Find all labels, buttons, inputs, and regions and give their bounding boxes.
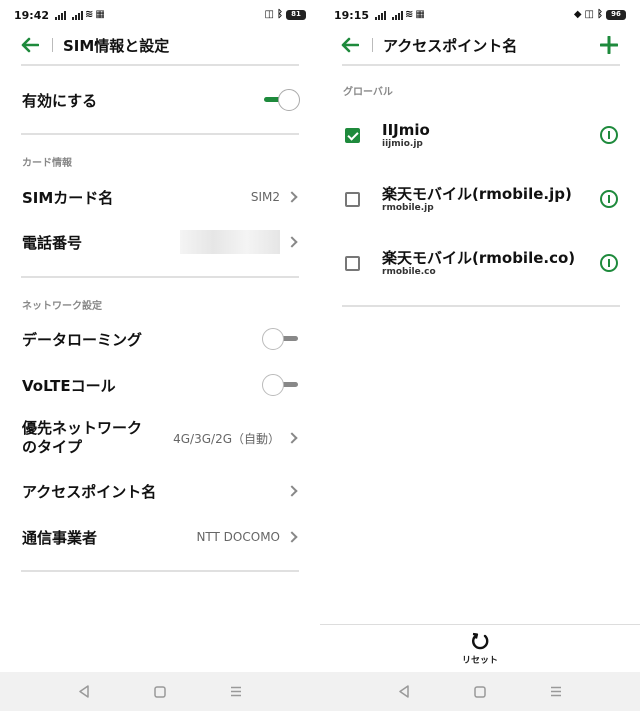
phone-number-value [180,230,280,254]
battery-icon: 81 [286,10,306,20]
section-header-network: ネットワーク設定 [22,301,102,312]
reset-label: リセット [461,656,498,666]
preferred-network-row[interactable]: 優先ネットワーク のタイプ 4G/3G/2G（自動） [22,418,300,458]
signal-icon [55,10,67,20]
preferred-network-value: 4G/3G/2G（自動） [173,431,280,446]
apn-name: 楽天モバイル(rmobile.co) [382,249,576,267]
nav-home-icon[interactable] [153,685,167,699]
data-roaming-row[interactable]: データローミング [22,326,300,352]
sim-name-row[interactable]: SIMカード名 SIM2 [22,184,300,210]
add-apn-button[interactable] [598,34,620,56]
apn-id: rmobile.jp [382,203,434,213]
system-nav-bar [0,672,640,711]
bluetooth-icon: ᛒ [277,9,283,20]
vibrate-icon: ◫ [584,9,594,20]
title-divider [372,38,373,52]
volte-toggle[interactable] [262,374,300,396]
carrier-label: 通信事業者 [22,528,98,547]
carrier-value: NTT DOCOMO [196,530,280,544]
divider [21,276,299,278]
apn-id: iijmio.jp [382,139,423,149]
divider [342,305,620,307]
divider [21,64,299,66]
apn-checkbox[interactable] [345,191,360,207]
apn-name: 楽天モバイル(rmobile.jp) [382,185,572,203]
enable-toggle[interactable] [262,89,300,111]
sim-settings-screen: 19:42 ≋ ▦ ◫ ᛒ 81 SIM情報と設定 有効にする カード情報 SI… [0,0,320,672]
preferred-network-label: 優先ネットワーク のタイプ [22,419,142,457]
back-arrow-icon[interactable] [20,35,40,55]
status-bar: 19:42 ≋ ▦ ◫ ᛒ 81 [14,6,306,24]
plus-icon [600,36,618,54]
status-time: 19:15 [334,8,370,22]
info-icon[interactable] [600,190,618,208]
volte-row[interactable]: VoLTEコール [22,372,300,398]
status-bar: 19:15 ≋ ▦ ◆ ◫ ᛒ 96 [334,6,626,24]
divider [21,570,299,572]
carrier-row[interactable]: 通信事業者 NTT DOCOMO [22,524,300,550]
apn-checkbox[interactable] [345,127,360,143]
signal-icon [72,10,84,20]
chevron-right-icon [286,191,298,203]
vibrate-icon: ◫ [264,9,274,20]
apn-item[interactable]: 楽天モバイル(rmobile.jp) rmobile.jp [344,182,620,216]
nav-back-icon[interactable] [397,685,411,699]
title-bar: SIM情報と設定 [20,30,300,60]
apn-row[interactable]: アクセスポイント名 [22,478,300,504]
apn-item[interactable]: IIJmio iijmio.jp [344,118,620,152]
nav-back-icon[interactable] [77,685,91,699]
title-bar: アクセスポイント名 [340,30,620,60]
chevron-right-icon [286,432,298,444]
status-time: 19:42 [14,8,50,22]
nav-recents-icon[interactable] [229,685,243,699]
bluetooth-icon: ᛒ [597,9,603,20]
phone-number-label: 電話番号 [22,233,83,252]
volte-label: VoLTEコール [22,376,116,395]
section-header-global: グローバル [343,87,393,98]
nav-home-icon[interactable] [473,685,487,699]
divider [21,133,299,135]
back-arrow-icon[interactable] [340,35,360,55]
reset-button[interactable]: リセット [440,632,520,666]
preferred-network-label-line1: 優先ネットワーク [22,419,143,437]
preferred-network-label-line2: のタイプ [22,438,83,456]
section-header-card-info: カード情報 [22,158,72,169]
info-icon[interactable] [600,254,618,272]
data-icon: ▦ [95,9,105,20]
wifi-icon: ≋ [405,9,414,20]
apn-item[interactable]: 楽天モバイル(rmobile.co) rmobile.co [344,246,620,280]
chevron-right-icon [286,236,298,248]
data-roaming-label: データローミング [22,330,143,349]
apn-checkbox[interactable] [345,255,360,271]
reset-icon [472,632,489,650]
chevron-right-icon [286,531,298,543]
apn-name: IIJmio [382,121,430,139]
phone-number-row[interactable]: 電話番号 [22,228,300,256]
apn-id: rmobile.co [382,267,436,277]
chevron-right-icon [286,485,298,497]
sim-name-label: SIMカード名 [22,188,114,207]
apn-label: アクセスポイント名 [22,482,157,501]
divider [342,64,620,66]
apn-list-screen: 19:15 ≋ ▦ ◆ ◫ ᛒ 96 アクセスポイント名 [320,0,640,672]
android-icon: ◆ [573,9,582,20]
page-title: SIM情報と設定 [63,36,170,55]
nav-recents-icon[interactable] [549,685,563,699]
page-title: アクセスポイント名 [383,36,518,55]
wifi-icon: ≋ [85,9,94,20]
battery-icon: 96 [606,10,626,20]
bottom-divider [320,624,640,625]
data-roaming-toggle[interactable] [262,328,300,350]
info-icon[interactable] [600,126,618,144]
sim-name-value: SIM2 [250,190,280,204]
enable-row[interactable]: 有効にする [22,86,300,114]
title-divider [52,38,53,52]
enable-label: 有効にする [22,91,98,110]
signal-icon [375,10,387,20]
data-icon: ▦ [415,9,425,20]
signal-icon [392,10,404,20]
